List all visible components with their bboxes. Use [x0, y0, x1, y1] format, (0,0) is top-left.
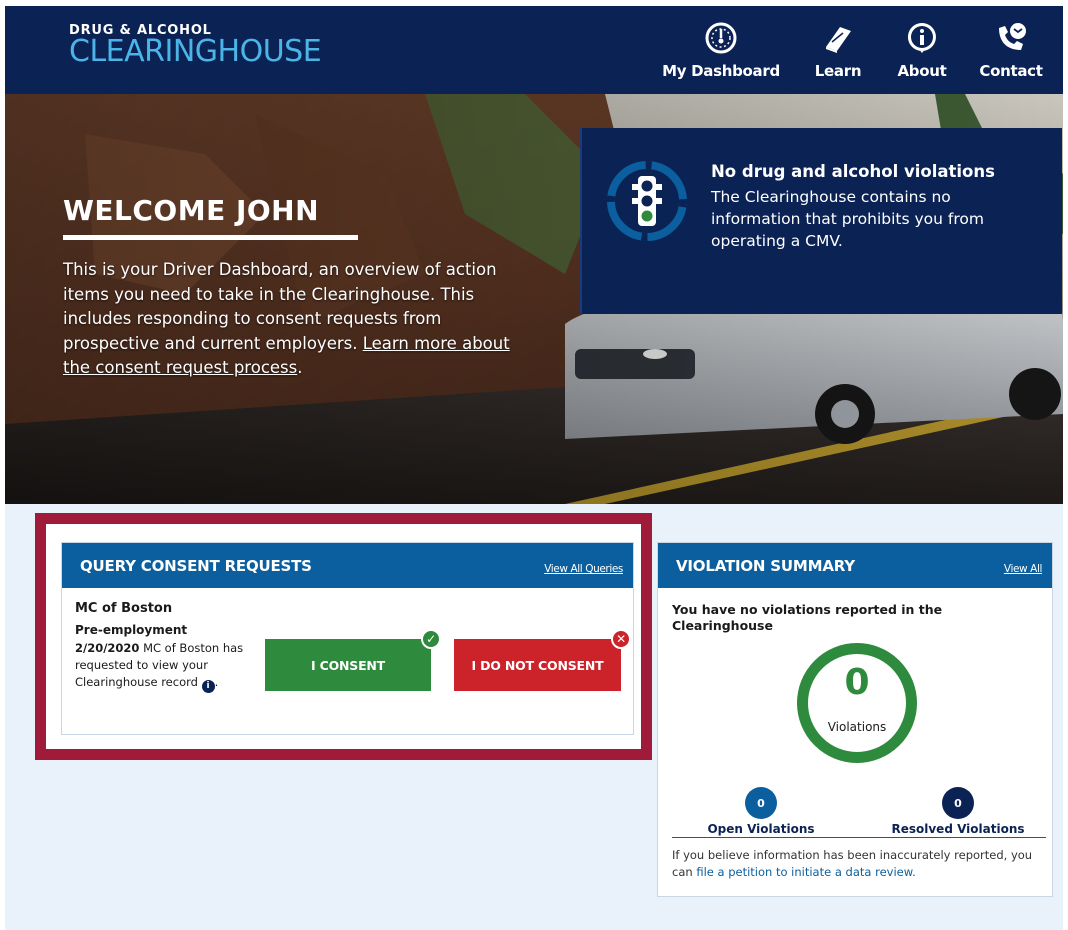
logo-bottom-text: CLEARINGHOUSE [69, 34, 322, 69]
view-all-violations-link[interactable]: View All [1004, 563, 1042, 575]
dashboard-gauge-icon [705, 22, 737, 54]
phone-chat-icon [999, 23, 1026, 50]
card-header: QUERY CONSENT REQUESTS View All Queries [62, 543, 633, 588]
title-underline [63, 235, 358, 240]
status-description: The Clearinghouse contains no informatio… [711, 188, 984, 250]
clearinghouse-logo[interactable]: DRUG & ALCOHOL CLEARINGHOUSE [69, 24, 322, 69]
nav-label: Learn [814, 62, 862, 80]
open-violations-label: Open Violations [707, 822, 815, 836]
petition-note: If you believe information has been inac… [672, 847, 1050, 881]
violation-message: You have no violations reported in the C… [672, 602, 943, 633]
violation-count: 0 [844, 662, 870, 703]
site-header: DRUG & ALCOHOL CLEARINGHOUSE My Dashboar… [5, 6, 1063, 94]
hero-banner: WELCOME JOHN This is your Driver Dashboa… [5, 94, 1063, 504]
request-type: Pre-employment [75, 623, 188, 637]
violation-status-panel: No drug and alcohol violations The Clear… [580, 128, 1062, 314]
divider [672, 837, 1046, 838]
page: DRUG & ALCOHOL CLEARINGHOUSE My Dashboar… [0, 0, 1068, 930]
welcome-intro-end: . [297, 358, 303, 377]
nav-learn[interactable]: Learn [805, 20, 871, 90]
file-petition-link[interactable]: file a petition to initiate a data revie… [696, 865, 915, 879]
resolved-violations-count: 0 [942, 787, 974, 819]
traffic-light-icon [607, 161, 687, 241]
button-label: I DO NOT CONSENT [471, 657, 604, 673]
i-consent-button[interactable]: I CONSENT ✓ [265, 629, 441, 691]
status-title: No drug and alcohol violations [711, 162, 995, 181]
nav-label: My Dashboard [662, 62, 780, 80]
close-icon: ✕ [611, 629, 631, 649]
welcome-block: WELCOME JOHN This is your Driver Dashboa… [63, 194, 533, 381]
card-title: QUERY CONSENT REQUESTS [80, 557, 312, 575]
book-icon [826, 27, 851, 53]
welcome-title: WELCOME JOHN [63, 194, 320, 227]
button-label: I CONSENT [311, 657, 385, 673]
open-violations-count: 0 [745, 787, 777, 819]
resolved-violations-label: Resolved Violations [891, 822, 1025, 836]
info-icon [907, 23, 936, 53]
nav-label: About [897, 62, 947, 80]
view-all-queries-link[interactable]: View All Queries [544, 563, 623, 575]
i-do-not-consent-button[interactable]: I DO NOT CONSENT ✕ [454, 629, 631, 691]
query-consent-card: QUERY CONSENT REQUESTS View All Queries … [61, 542, 634, 735]
open-violations-stat: 0 Open Violations [706, 787, 816, 836]
nav-my-dashboard[interactable]: My Dashboard [657, 20, 785, 90]
info-icon[interactable]: i [201, 680, 215, 693]
welcome-description: This is your Driver Dashboard, an overvi… [63, 258, 533, 381]
violation-count-ring: 0 Violations [797, 643, 917, 763]
nav-label: Contact [979, 62, 1043, 80]
request-description: 2/20/2020 MC of Boston has requested to … [75, 641, 244, 693]
violation-count-label: Violations [827, 720, 887, 734]
nav-contact[interactable]: Contact [971, 20, 1051, 90]
request-date: 2/20/2020 [75, 641, 140, 655]
resolved-violations-stat: 0 Resolved Violations [888, 787, 1028, 836]
violation-summary-card: VIOLATION SUMMARY View All You have no v… [657, 542, 1053, 897]
card-title: VIOLATION SUMMARY [676, 557, 855, 575]
checkmark-icon: ✓ [421, 629, 441, 649]
nav-about[interactable]: About [889, 20, 955, 90]
request-company: MC of Boston [75, 601, 173, 616]
card-header: VIOLATION SUMMARY View All [658, 543, 1052, 588]
